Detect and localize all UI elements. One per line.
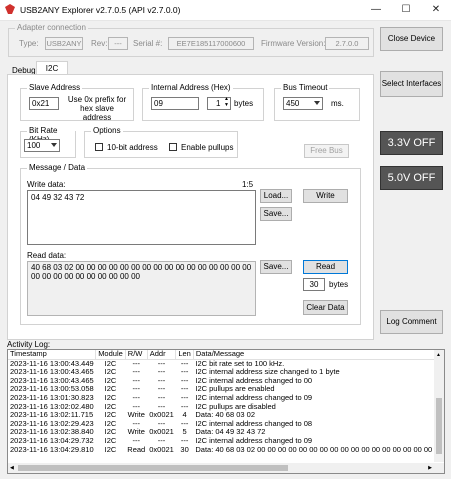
minimize-icon[interactable]: —: [361, 0, 391, 20]
type-label: Type:: [19, 39, 39, 48]
ten-bit-address-label[interactable]: 10-bit address: [107, 143, 158, 152]
activity-log-title: Activity Log:: [7, 340, 51, 349]
col-module[interactable]: Module: [95, 350, 126, 360]
log-comment-button[interactable]: Log Comment: [380, 310, 443, 334]
log-cell-module: I2C: [104, 444, 117, 454]
stepper-arrows-icon[interactable]: ▲ ▼: [224, 96, 229, 108]
internal-address-legend: Internal Address (Hex): [149, 83, 233, 92]
message-data-legend: Message / Data: [27, 163, 88, 172]
log-horizontal-scroll-thumb[interactable]: [18, 465, 288, 471]
clear-data-button[interactable]: Clear Data: [303, 300, 348, 315]
col-len[interactable]: Len: [175, 350, 194, 360]
log-horizontal-scrollbar[interactable]: ◀ ▶: [8, 463, 444, 473]
bit-rate-value: 100: [27, 141, 41, 150]
read-count-input[interactable]: 30: [303, 278, 325, 291]
bit-rate-group: Bit Rate (KHz) 100: [20, 126, 76, 158]
close-device-button[interactable]: Close Device: [380, 27, 443, 51]
activity-log-table: Timestamp Module R/W Addr Len Data/Messa…: [8, 350, 444, 455]
log-cell-addr: 0x0021: [149, 444, 174, 454]
log-vertical-scrollbar[interactable]: ▲: [434, 350, 444, 462]
log-header-row: Timestamp Module R/W Addr Len Data/Messa…: [8, 350, 444, 360]
load-button[interactable]: Load...: [260, 189, 292, 203]
scroll-left-icon[interactable]: ◀: [10, 465, 14, 471]
read-data-textarea[interactable]: 40 68 03 02 00 00 00 00 00 00 00 00 00 0…: [27, 261, 256, 316]
tab-strip: Debug I2C: [7, 61, 372, 75]
tab-i2c[interactable]: I2C: [36, 61, 68, 75]
internal-address-size-value: 1: [216, 99, 221, 108]
adapter-legend: Adapter connection: [15, 23, 88, 32]
chevron-down-icon: [51, 143, 57, 147]
log-cell-rw: Read: [127, 444, 146, 454]
internal-address-unit: bytes: [234, 99, 254, 108]
write-button[interactable]: Write: [303, 189, 348, 203]
col-rw[interactable]: R/W: [125, 350, 148, 360]
read-button[interactable]: Read: [303, 260, 348, 274]
bus-timeout-value: 450: [286, 99, 300, 108]
write-data-textarea[interactable]: 04 49 32 43 72: [27, 190, 256, 245]
serial-label: Serial #:: [133, 39, 163, 48]
activity-log-panel[interactable]: Timestamp Module R/W Addr Len Data/Messa…: [7, 349, 445, 474]
internal-address-size-stepper[interactable]: 1 ▲ ▼: [207, 96, 231, 110]
options-legend: Options: [91, 126, 123, 135]
type-field: USB2ANY: [45, 37, 83, 50]
log-vertical-scroll-thumb[interactable]: [436, 398, 442, 454]
adapter-connection-group: Adapter connection Type: USB2ANY Rev: --…: [8, 23, 374, 57]
slave-address-legend: Slave Address: [27, 83, 83, 92]
slave-address-input[interactable]: 0x21: [29, 97, 59, 110]
bus-timeout-select[interactable]: 450: [283, 97, 323, 110]
app-icon: [5, 4, 15, 14]
save-write-button[interactable]: Save...: [260, 207, 292, 221]
voltage-3v3-indicator[interactable]: 3.3V OFF: [380, 131, 443, 155]
internal-address-input[interactable]: 09: [151, 97, 199, 110]
log-cell-message: Data: 40 68 03 02 00 00 00 00 00 00 00 0…: [195, 444, 444, 454]
close-icon[interactable]: ✕: [421, 0, 451, 20]
rev-label: Rev:: [91, 39, 108, 48]
title-bar: USB2ANY Explorer v2.7.0.5 (API v2.7.0.0)…: [0, 0, 451, 21]
scroll-up-icon[interactable]: ▲: [436, 352, 441, 358]
message-data-group: Message / Data Write data: 1:5 04 49 32 …: [20, 163, 361, 325]
options-group: Options 10-bit address Enable pullups: [84, 126, 238, 158]
chevron-down-icon: [314, 101, 320, 105]
enable-pullups-label[interactable]: Enable pullups: [181, 143, 233, 152]
voltage-5v0-indicator[interactable]: 5.0V OFF: [380, 166, 443, 190]
read-data-label: Read data:: [27, 251, 67, 260]
bit-rate-select[interactable]: 100: [24, 139, 60, 152]
maximize-icon[interactable]: ☐: [391, 0, 421, 20]
log-cell-len: 30: [180, 444, 189, 454]
scroll-right-icon[interactable]: ▶: [428, 465, 432, 471]
table-row[interactable]: 2023-11-16 13:04:29.810 I2C Read 0x0021 30 Da…: [8, 444, 444, 455]
ten-bit-address-checkbox[interactable]: [95, 143, 103, 151]
bus-timeout-group: Bus Timeout 450 ms.: [274, 83, 360, 121]
bus-timeout-legend: Bus Timeout: [281, 83, 330, 92]
col-timestamp[interactable]: Timestamp: [8, 350, 97, 360]
col-data-message[interactable]: Data/Message: [193, 350, 444, 360]
log-cell-timestamp: 2023-11-16 13:04:29.810: [10, 444, 94, 454]
read-count-unit: bytes: [329, 280, 349, 289]
rev-field: ---: [108, 37, 128, 50]
bus-timeout-unit: ms.: [331, 99, 344, 108]
firmware-label: Firmware Version:: [261, 39, 326, 48]
enable-pullups-checkbox[interactable]: [169, 143, 177, 151]
free-bus-button[interactable]: Free Bus: [304, 144, 349, 158]
save-read-button[interactable]: Save...: [260, 260, 292, 274]
slave-address-hint: Use 0x prefix for hex slave address: [67, 95, 127, 122]
window-title: USB2ANY Explorer v2.7.0.5 (API v2.7.0.0): [20, 5, 181, 15]
col-addr[interactable]: Addr: [147, 350, 177, 360]
firmware-field: 2.7.0.0: [325, 37, 369, 50]
slave-address-group: Slave Address 0x21 Use 0x prefix for hex…: [20, 83, 134, 122]
select-interfaces-button[interactable]: Select Interfaces: [380, 71, 443, 97]
write-data-label: Write data:: [27, 180, 66, 189]
write-data-counter: 1:5: [242, 180, 254, 189]
internal-address-group: Internal Address (Hex) 09 1 ▲ ▼ bytes: [142, 83, 264, 121]
serial-field: EE7E185117000600: [168, 37, 254, 50]
